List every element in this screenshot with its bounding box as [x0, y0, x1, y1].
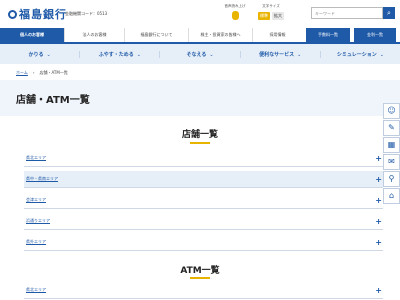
microphone-icon — [231, 11, 239, 20]
bank-logo[interactable]: 福島銀行 — [8, 6, 67, 22]
pin-icon[interactable]: ⚲ — [383, 171, 400, 187]
bank-code: 金融機関コード：0513 — [65, 11, 108, 16]
voice-reader-label: 音声読み上げ — [224, 4, 246, 8]
nav-recruit[interactable]: 採用情報 — [252, 28, 302, 42]
title-underline — [190, 277, 210, 279]
breadcrumb: ホーム › 店舗・ATM一覧 — [16, 70, 68, 76]
fee-list-button[interactable]: 手数料一覧 — [306, 28, 350, 42]
primary-nav: 個人のお客様 法人のお客様 福島銀行について 株主・投資家の皆様へ 採用情報 手… — [0, 28, 400, 44]
subnav-label: かりる — [28, 51, 44, 58]
rate-list-button[interactable]: 金利一覧 — [354, 28, 396, 42]
site-header: 福島銀行 金融機関コード：0513 音声読み上げ 文字サイズ 標準 拡大 キーワ… — [0, 0, 400, 28]
subnav-label: シミュレーション — [336, 51, 377, 58]
area-label: 会津エリア — [26, 197, 46, 202]
nav-investors[interactable]: 株主・投資家の皆様へ — [188, 28, 252, 42]
store-area-row[interactable]: 県北エリア + — [24, 150, 383, 167]
subnav-label: ふやす・ためる — [98, 51, 134, 58]
atm-list-title: ATM一覧 — [180, 266, 220, 276]
side-tools: ☺ ✎ ▦ ✉ ⚲ ⌂ — [383, 103, 400, 205]
subnav-services[interactable]: 便利なサービス ⌄ — [241, 50, 321, 58]
subnav-borrow[interactable]: かりる ⌄ — [0, 50, 81, 58]
search-icon: ⌕ — [387, 9, 391, 17]
font-size-label: 文字サイズ — [262, 4, 280, 8]
area-label: 県北エリア — [26, 155, 46, 160]
plus-icon: + — [375, 153, 382, 163]
area-label: 浜通りエリア — [26, 218, 50, 223]
breadcrumb-current: 店舗・ATM一覧 — [39, 70, 68, 75]
page-title-band: 店舗・ATM一覧 — [0, 80, 400, 116]
chevron-down-icon: ⌄ — [136, 51, 141, 58]
plus-icon: + — [375, 174, 382, 184]
building-icon[interactable]: ⌂ — [383, 188, 400, 204]
person-icon[interactable]: ☺ — [383, 103, 400, 119]
subnav-save[interactable]: ふやす・ためる ⌄ — [80, 50, 161, 58]
nav-about[interactable]: 福島銀行について — [124, 28, 188, 42]
title-underline — [190, 142, 210, 144]
area-label: 県中・県南エリア — [26, 176, 58, 181]
plus-icon: + — [375, 216, 382, 226]
page-title: 店舗・ATM一覧 — [16, 95, 90, 106]
search-button[interactable]: ⌕ — [383, 7, 395, 19]
plus-icon: + — [375, 237, 382, 247]
subnav-label: そなえる — [186, 51, 207, 58]
store-list-title: 店舗一覧 — [181, 130, 218, 140]
atm-area-row[interactable]: 県北エリア + — [24, 282, 383, 299]
plus-icon: + — [375, 285, 382, 295]
chevron-down-icon: ⌄ — [46, 51, 51, 58]
voice-reader-button[interactable]: 音声読み上げ — [222, 4, 248, 20]
mail-icon[interactable]: ✉ — [383, 154, 400, 170]
store-area-row[interactable]: 浜通りエリア + — [24, 213, 383, 230]
font-size-standard-button[interactable]: 標準 — [258, 12, 270, 20]
font-size-large-button[interactable]: 拡大 — [272, 12, 284, 20]
breadcrumb-home[interactable]: ホーム — [16, 70, 28, 76]
search-input[interactable]: キーワード — [311, 7, 383, 19]
breadcrumb-separator: › — [32, 70, 35, 75]
font-size-control: 文字サイズ 標準 拡大 — [256, 4, 286, 20]
chevron-down-icon: ⌄ — [379, 51, 384, 58]
logo-mark-icon — [8, 9, 17, 19]
store-area-row[interactable]: 県外エリア + — [24, 234, 383, 251]
store-area-row[interactable]: 県中・県南エリア + — [24, 171, 383, 188]
secondary-nav: かりる ⌄ ふやす・ためる ⌄ そなえる ⌄ 便利なサービス ⌄ シミュレーション ⌄ — [0, 44, 400, 64]
area-label: 県外エリア — [26, 239, 46, 244]
chevron-down-icon: ⌄ — [297, 51, 302, 58]
area-label: 県北エリア — [26, 287, 46, 292]
plus-icon: + — [375, 195, 382, 205]
chevron-down-icon: ⌄ — [209, 51, 214, 58]
logo-text: 福島銀行 — [19, 8, 67, 21]
subnav-label: 便利なサービス — [259, 51, 295, 58]
store-area-row[interactable]: 会津エリア + — [24, 192, 383, 209]
subnav-simulation[interactable]: シミュレーション ⌄ — [321, 51, 400, 58]
nav-personal[interactable]: 個人のお客様 — [0, 28, 64, 42]
nav-corporate[interactable]: 法人のお客様 — [64, 28, 124, 42]
subnav-insure[interactable]: そなえる ⌄ — [160, 50, 241, 58]
